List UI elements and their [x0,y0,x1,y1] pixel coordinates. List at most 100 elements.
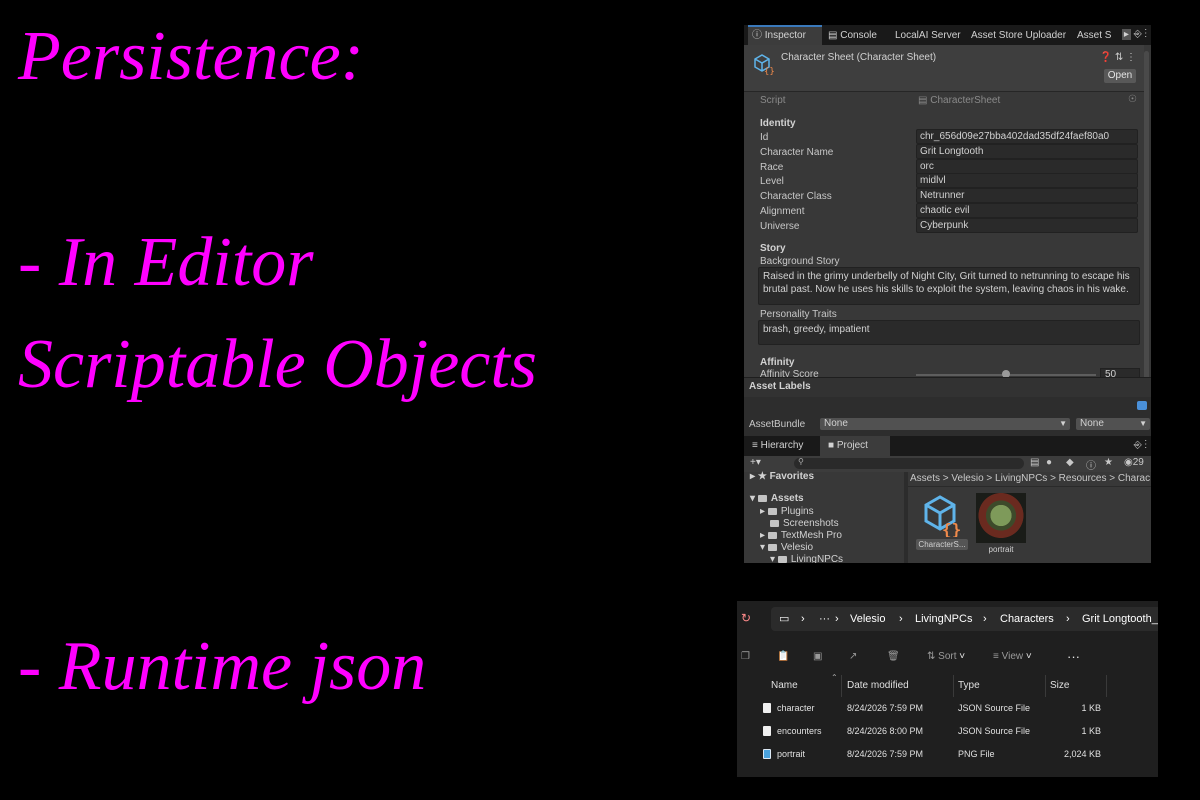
assetbundle-dropdown[interactable]: None ▼ [820,418,1070,430]
more-options-button[interactable]: ··· [1067,637,1080,677]
scriptable-object-icon: {} [754,54,774,75]
breadcrumb-characters[interactable]: Characters [1000,607,1054,631]
chevron-right-icon: › [835,613,839,625]
universe-field[interactable]: Cyberpunk [916,218,1138,233]
tab-hierarchy[interactable]: ≡ Hierarchy [752,436,803,456]
character-name-field[interactable]: Grit Longtooth [916,144,1138,159]
tab-inspector[interactable]: ⓘ Inspector [748,25,822,45]
inspector-tab-bar: ⓘ Inspector ▤ Console LocalAI Server Ass… [744,25,1151,45]
view-button[interactable]: ≡ View ˅ [993,637,1032,677]
more-options-icon[interactable]: ⋮ [1145,440,1148,451]
chevron-down-icon: ▼ [1139,419,1147,428]
more-options-icon[interactable]: ⋮ [1126,52,1136,63]
refresh-icon[interactable]: ↻ [741,611,751,625]
tree-item-textmesh-pro[interactable]: ▸ TextMesh Pro [760,530,842,541]
chevron-right-icon: › [801,613,805,625]
tab-localai-server[interactable]: LocalAI Server [895,25,961,45]
alignment-field[interactable]: chaotic evil [916,203,1138,218]
tab-project[interactable]: ■ Project [820,436,890,456]
preset-icon[interactable]: ⇅ [1115,52,1123,63]
race-field[interactable]: orc [916,159,1138,174]
project-search-input[interactable]: ⚲ [794,457,1024,469]
tab-asset-store[interactable]: Asset St [1077,25,1111,45]
more-options-icon[interactable]: ⋮ [1145,29,1148,40]
tab-asset-store-uploader[interactable]: Asset Store Uploader [971,25,1066,45]
tag-icon[interactable]: ◆ [1066,457,1074,468]
warning-icon[interactable]: ⓘ [1086,457,1096,472]
breadcrumb-grit-longtooth[interactable]: Grit Longtooth_2 [1082,607,1158,631]
chevron-right-icon: › [899,613,903,625]
tree-item-velesio[interactable]: ▾ Velesio [760,542,813,553]
tree-item-plugins[interactable]: ▸ Plugins [760,506,814,517]
rename-icon[interactable]: ▣ [813,637,822,677]
file-row[interactable]: encounters 8/24/2026 8:00 PM JSON Source… [737,720,1158,743]
star-icon[interactable]: ★ [1104,457,1113,468]
column-header-size[interactable]: Size [1050,675,1069,697]
help-icon[interactable]: ❓ [1100,52,1112,63]
column-divider[interactable] [1106,675,1107,697]
background-story-field[interactable]: Raised in the grimy underbelly of Night … [758,267,1140,305]
affinity-slider[interactable] [916,370,1096,378]
column-header-type[interactable]: Type [958,675,980,697]
copy-icon[interactable]: ❐ [741,637,750,677]
id-field[interactable]: chr_656d09e27bba402dad35df24faef80a0 [916,129,1138,144]
open-button[interactable]: Open [1104,69,1136,83]
folder-icon [770,519,779,527]
overflow-icon[interactable]: ··· [819,607,830,631]
tree-item-screenshots[interactable]: Screenshots [770,518,839,529]
lock-icon[interactable]: ⎆ [1134,29,1142,40]
tree-item-livingnpcs[interactable]: ▾ LivingNPCs [770,554,843,563]
column-divider[interactable] [841,675,842,697]
folder-icon: ■ [828,440,837,451]
file-row[interactable]: character 8/24/2026 7:59 PM JSON Source … [737,697,1158,720]
inspector-scrollbar[interactable] [1144,51,1149,401]
search-by-label-icon[interactable]: ● [1046,457,1052,468]
object-picker-icon[interactable]: ☉ [1128,94,1137,105]
tab-console[interactable]: ▤ Console [828,25,877,45]
file-date: 8/24/2026 7:59 PM [847,749,924,759]
unity-editor-screenshot: ⓘ Inspector ▤ Console LocalAI Server Ass… [744,25,1151,563]
folder-icon [767,507,777,515]
column-header-name[interactable]: Name [771,675,798,697]
folder-icon [767,543,777,551]
label-tag-icon[interactable] [1137,401,1147,410]
column-divider[interactable] [953,675,954,697]
asset-labels-header[interactable]: Asset Labels [744,377,1151,397]
share-icon[interactable]: ↗ [849,637,857,677]
asset-item-portrait[interactable]: portrait [976,493,1026,556]
column-header-date[interactable]: Date modified [847,675,909,697]
visibility-count[interactable]: ◉29 [1124,457,1144,468]
asset-title: Character Sheet (Character Sheet) [781,52,937,63]
asset-item-label: CharacterS... [916,539,968,550]
asset-item-charactersheet[interactable]: {} CharacterS... [916,493,968,550]
sort-button[interactable]: ⇅ Sort ˅ [927,637,965,677]
column-divider[interactable] [1045,675,1046,697]
affinity-header: Affinity [760,357,795,368]
level-field[interactable]: midlvl [916,173,1138,188]
tab-scroll-right-icon[interactable]: ▸ [1121,29,1131,40]
sort-label: Sort [938,651,957,662]
add-icon[interactable]: +▾ [750,457,761,468]
tree-item-favorites[interactable]: ▸ ★ Favorites [750,471,814,482]
breadcrumb-velesio[interactable]: Velesio [850,607,885,631]
file-row[interactable]: portrait 8/24/2026 7:59 PM PNG File 2,02… [737,743,1158,766]
variant-dropdown[interactable]: None ▼ [1076,418,1150,430]
project-breadcrumbs[interactable]: Assets > Velesio > LivingNPCs > Resource… [908,472,1151,487]
hierarchy-icon: ≡ [752,440,761,451]
address-bar[interactable]: ▭ › ··· › Velesio › LivingNPCs › Charact… [771,607,1158,631]
bullet-in-editor: - In Editor [18,224,314,301]
file-type: JSON Source File [958,703,1031,713]
lock-icon[interactable]: ⎆ [1134,440,1142,451]
search-by-type-icon[interactable]: ▤ [1030,457,1039,468]
assetbundle-label: AssetBundle [749,419,806,430]
script-field: ▤ CharacterSheet [918,95,1000,106]
personality-traits-field[interactable]: brash, greedy, impatient [758,320,1140,345]
tree-item-assets[interactable]: ▾ Assets [750,493,804,504]
chevron-down-icon: ▼ [1059,419,1067,428]
folder-icon [757,494,767,502]
script-file-icon: ▤ [918,95,931,106]
breadcrumb-livingnpcs[interactable]: LivingNPCs [915,607,972,631]
delete-icon[interactable]: 🗑 [887,637,900,677]
character-class-field[interactable]: Netrunner [916,188,1138,203]
paste-icon[interactable]: 📋 [777,637,789,677]
